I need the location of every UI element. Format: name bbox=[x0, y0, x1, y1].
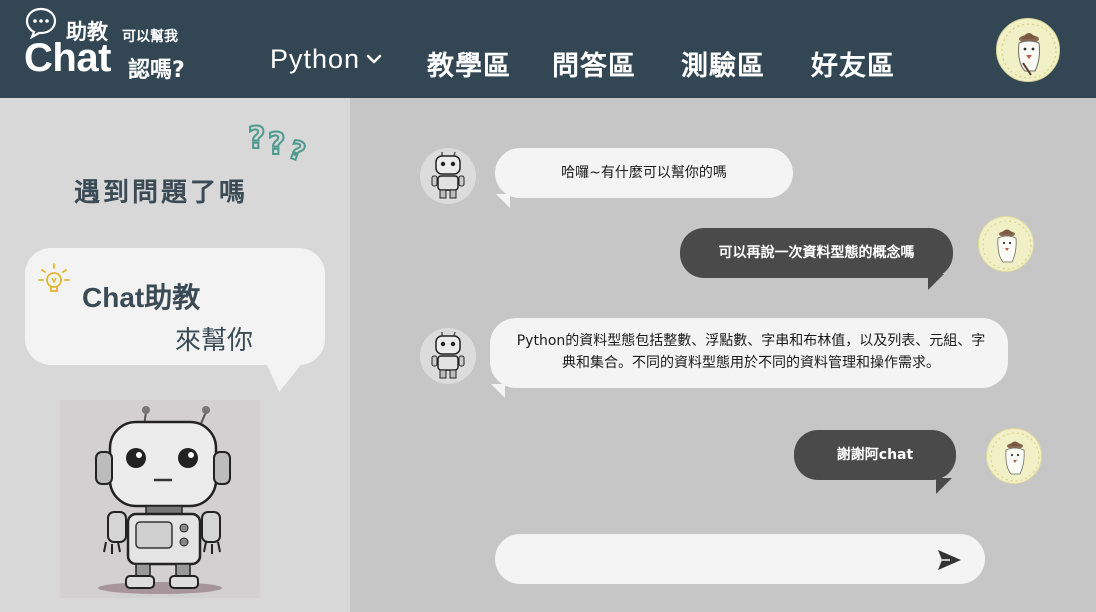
user-message-1: 可以再說一次資料型態的概念嗎 bbox=[680, 228, 953, 278]
bubble-tail bbox=[936, 478, 952, 494]
nav-quiz[interactable]: 測驗區 bbox=[681, 44, 765, 83]
bot-message-1: 哈囉~有什麼可以幫你的嗎 bbox=[495, 148, 793, 198]
send-icon[interactable] bbox=[935, 546, 963, 574]
robot-illustration bbox=[60, 400, 260, 598]
nav-friends[interactable]: 好友區 bbox=[811, 44, 895, 83]
bot-message-text: Python的資料型態包括整數、浮點數、字串和布林值，以及列表、元組、字典和集合… bbox=[516, 333, 986, 371]
left-panel-title: 遇到問題了嗎 bbox=[74, 178, 249, 208]
helper-speech-bubble: Chat助教 來幫你 bbox=[25, 248, 325, 365]
speech-line-2: 來幫你 bbox=[175, 326, 254, 356]
user-message-text: 可以再說一次資料型態的概念嗎 bbox=[718, 245, 915, 261]
nav-python-dropdown[interactable]: Python bbox=[270, 44, 382, 75]
top-header: 助教 可以幫我 Chat 認嗎? Python 教學區 問答區 測驗區 好友區 bbox=[0, 0, 1096, 98]
app-logo[interactable]: 助教 可以幫我 Chat 認嗎? bbox=[24, 6, 224, 92]
user-avatar-small bbox=[986, 428, 1042, 484]
lightbulb-icon bbox=[38, 263, 70, 292]
bot-avatar bbox=[420, 328, 476, 384]
avatar-illustration bbox=[1001, 23, 1057, 79]
bot-message-text: 哈囉~有什麼可以幫你的嗎 bbox=[561, 165, 727, 181]
logo-text-4: 認嗎? bbox=[128, 58, 185, 83]
speech-line-1: Chat助教 bbox=[82, 282, 201, 313]
speech-tail bbox=[259, 360, 305, 392]
svg-text:?: ? bbox=[285, 135, 309, 162]
bubble-tail bbox=[491, 384, 505, 398]
bubble-tail bbox=[496, 194, 510, 208]
user-avatar[interactable] bbox=[996, 18, 1060, 82]
user-message-text: 謝謝阿chat bbox=[836, 447, 914, 463]
message-input-bar[interactable] bbox=[495, 534, 985, 584]
left-panel: ? ? ? 遇到問題了嗎 Chat助教 來幫你 bbox=[0, 98, 350, 612]
logo-text-2: 可以幫我 bbox=[122, 29, 178, 45]
bot-avatar bbox=[420, 148, 476, 204]
chevron-down-icon bbox=[366, 54, 382, 64]
bubble-tail bbox=[928, 274, 944, 290]
nav-python-label: Python bbox=[270, 44, 361, 74]
svg-text:?: ? bbox=[248, 121, 265, 156]
question-marks-icon: ? ? ? bbox=[247, 120, 310, 162]
chat-bubble-icon bbox=[25, 7, 57, 40]
logo-text-3: Chat bbox=[24, 36, 111, 80]
nav-qa[interactable]: 問答區 bbox=[552, 44, 636, 83]
user-avatar-small bbox=[978, 216, 1034, 272]
nav-teaching[interactable]: 教學區 bbox=[427, 44, 511, 83]
chat-area: 哈囉~有什麼可以幫你的嗎 可以再說一次資料型態的概念嗎 Python的資料型態包… bbox=[350, 98, 1096, 612]
user-message-2: 謝謝阿chat bbox=[794, 430, 956, 480]
message-input[interactable] bbox=[517, 544, 917, 574]
svg-text:?: ? bbox=[268, 127, 285, 162]
bot-message-2: Python的資料型態包括整數、浮點數、字串和布林值，以及列表、元組、字典和集合… bbox=[490, 318, 1008, 388]
